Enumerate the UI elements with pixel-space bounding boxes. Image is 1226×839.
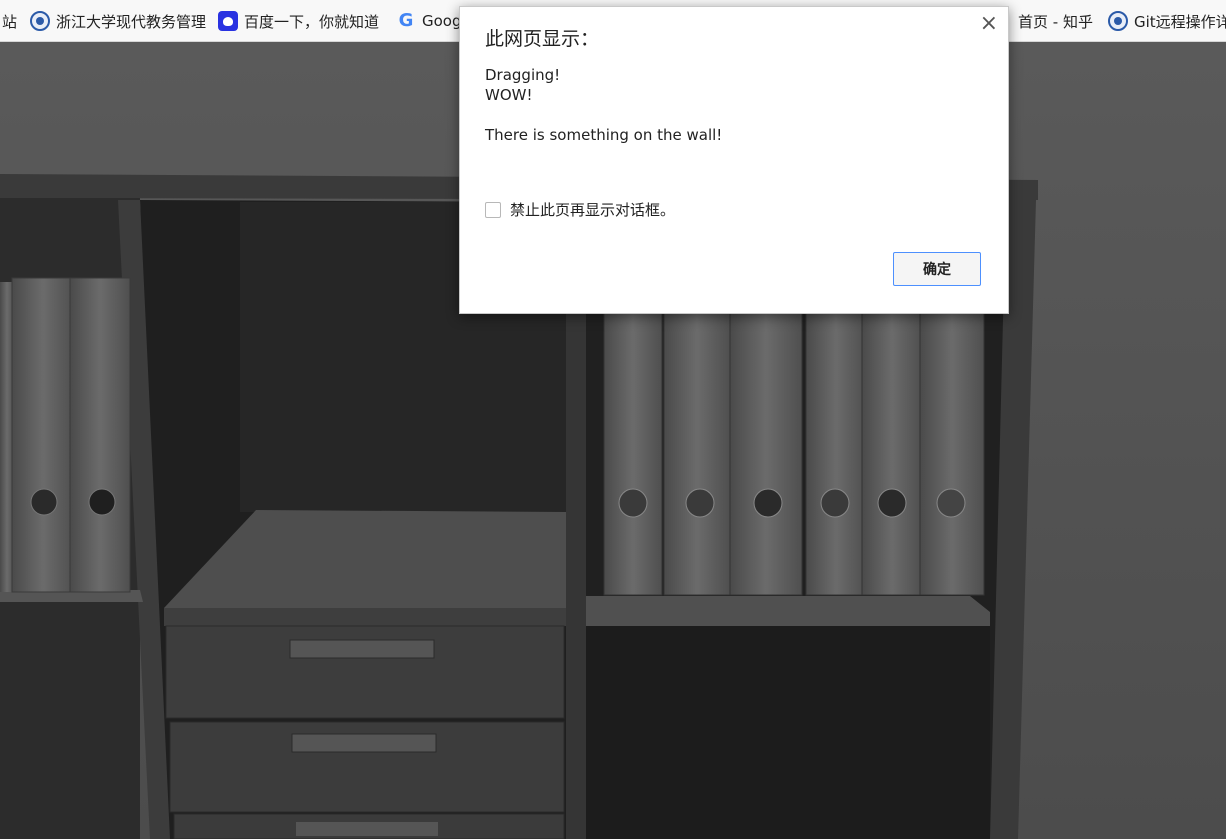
bookmark-label: 浙江大学现代教务管理 bbox=[56, 12, 207, 31]
message-line: There is something on the wall! bbox=[485, 126, 723, 144]
bookmark-label: Goog bbox=[422, 12, 462, 30]
suppress-dialogs-label[interactable]: 禁止此页再显示对话框。 bbox=[510, 199, 675, 220]
bookmark-label: 站 bbox=[2, 12, 18, 31]
bookmark-item[interactable]: 站 bbox=[2, 8, 17, 34]
bookmark-label: Git远程操作详 bbox=[1134, 12, 1226, 31]
ok-button[interactable]: 确定 bbox=[893, 252, 981, 286]
google-g-icon: G bbox=[398, 10, 414, 31]
bookmark-item[interactable]: 百度一下，你就知道 bbox=[218, 8, 379, 34]
alert-dialog: 此网页显示： × Dragging! WOW! There is somethi… bbox=[459, 6, 1009, 314]
dialog-message: Dragging! WOW! There is something on the… bbox=[485, 65, 722, 145]
suppress-dialogs-checkbox[interactable] bbox=[485, 201, 501, 218]
bookmark-item[interactable]: Git远程操作详 bbox=[1108, 8, 1226, 34]
close-icon[interactable]: × bbox=[980, 13, 998, 35]
message-line: Dragging! bbox=[485, 66, 561, 84]
bookmark-item[interactable]: 浙江大学现代教务管理 bbox=[30, 8, 206, 34]
baidu-paw-icon bbox=[218, 11, 238, 31]
bookmark-label: 百度一下，你就知道 bbox=[244, 12, 380, 31]
zju-logo-icon bbox=[30, 11, 50, 31]
bookmark-label: 首页 - 知乎 bbox=[1018, 12, 1093, 31]
zju-logo-icon bbox=[1108, 11, 1128, 31]
bookmark-item[interactable]: G Goog bbox=[396, 8, 462, 34]
binders-right bbox=[603, 309, 985, 596]
message-line bbox=[485, 105, 722, 125]
binders-left bbox=[0, 277, 131, 593]
bookmark-item[interactable]: 首页 - 知乎 bbox=[1018, 8, 1093, 34]
message-line: WOW! bbox=[485, 86, 533, 104]
dialog-title: 此网页显示： bbox=[485, 28, 600, 50]
suppress-dialogs-option[interactable]: 禁止此页再显示对话框。 bbox=[485, 199, 675, 220]
